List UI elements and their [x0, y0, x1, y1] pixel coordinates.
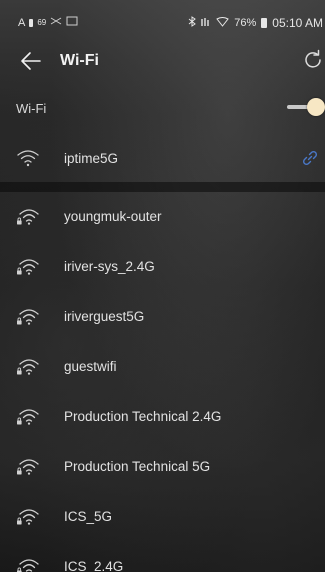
network-name: ICS_5G: [64, 509, 113, 524]
link-icon: [302, 150, 318, 166]
section-divider: [0, 182, 325, 192]
wifi-signal-icon: [17, 150, 39, 167]
network-name: ICS_2.4G: [64, 559, 124, 572]
wifi-toggle-switch[interactable]: [287, 98, 325, 116]
cast-icon: [66, 16, 78, 29]
wifi-lock-icon: [17, 409, 39, 425]
battery-icon: [261, 18, 268, 28]
status-app-letter: A: [18, 16, 26, 29]
small-battery-icon: [29, 18, 34, 27]
network-row[interactable]: guestwifi: [16, 342, 325, 392]
network-name: guestwifi: [64, 359, 117, 374]
network-row[interactable]: iriverguest5G: [16, 292, 325, 342]
toggle-knob: [307, 98, 325, 116]
network-name: iriverguest5G: [64, 309, 145, 324]
network-row[interactable]: youngmuk-outer: [16, 192, 325, 242]
network-row[interactable]: Production Technical 5G: [16, 442, 325, 492]
back-button[interactable]: [18, 48, 44, 74]
wifi-toggle-label: Wi-Fi: [16, 101, 47, 116]
wifi-lock-icon: [17, 259, 39, 275]
network-row[interactable]: iriver-sys_2.4G: [16, 242, 325, 292]
connected-network-row[interactable]: iptime5G: [16, 134, 325, 180]
wifi-lock-icon: [17, 309, 39, 325]
status-number: 69: [37, 17, 47, 27]
wifi-status-icon: [216, 16, 230, 30]
battery-percent: 76%: [234, 17, 257, 29]
network-name: youngmuk-outer: [64, 209, 162, 224]
network-row[interactable]: ICS_2.4G: [16, 542, 325, 572]
network-name: Production Technical 5G: [64, 459, 211, 474]
wifi-lock-icon: [17, 209, 39, 225]
page-title: Wi-Fi: [60, 52, 99, 69]
status-bar: A 69 76% 05:10 AM: [16, 0, 325, 44]
wifi-lock-icon: [17, 359, 39, 375]
network-name: Production Technical 2.4G: [64, 409, 222, 424]
available-networks-list: youngmuk-outer iriver-sys_2.4G iriverguest…: [16, 192, 325, 572]
shuffle-icon: [50, 16, 62, 29]
wifi-lock-icon: [17, 509, 39, 525]
equalizer-icon: [201, 17, 211, 30]
content: A 69 76% 05:10 AM Wi-Fi Wi-Fi iptime5G y…: [0, 0, 325, 572]
wifi-lock-icon: [17, 559, 39, 572]
arrow-left-icon: [21, 52, 41, 70]
wifi-lock-icon: [17, 459, 39, 475]
status-left: A 69: [18, 16, 78, 29]
app-header: Wi-Fi: [16, 44, 325, 80]
refresh-button[interactable]: [301, 48, 325, 72]
network-row[interactable]: ICS_5G: [16, 492, 325, 542]
bluetooth-icon: [188, 16, 197, 30]
refresh-icon: [305, 49, 321, 68]
network-name: iriver-sys_2.4G: [64, 259, 155, 274]
status-right: 76% 05:10 AM: [188, 16, 323, 30]
wifi-toggle-row: Wi-Fi: [16, 84, 325, 128]
clock: 05:10 AM: [272, 16, 323, 30]
connected-network-name: iptime5G: [64, 151, 119, 166]
network-row[interactable]: Production Technical 2.4G: [16, 392, 325, 442]
screen: A 69 76% 05:10 AM Wi-Fi Wi-Fi iptime5G y…: [0, 0, 325, 572]
